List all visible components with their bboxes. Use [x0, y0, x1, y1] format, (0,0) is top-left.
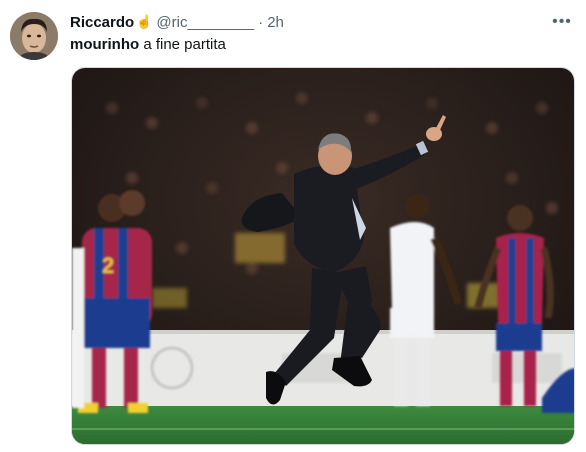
tweet-text-bold: mourinho — [70, 36, 140, 53]
tweet-text: mourinho a fine partita — [70, 36, 226, 53]
separator-dot: · — [258, 13, 264, 31]
hand-icon: ☝ — [136, 14, 153, 29]
avatar[interactable] — [10, 12, 58, 60]
tweet-text-rest: a fine partita — [139, 36, 226, 53]
display-name[interactable]: Riccardo — [70, 14, 134, 31]
timestamp[interactable]: 2h — [267, 14, 284, 31]
photo-celebration: 2 — [72, 68, 574, 444]
avatar-image — [10, 12, 58, 60]
handle[interactable]: @ric________ — [156, 14, 254, 31]
more-options-icon[interactable]: ••• — [550, 10, 574, 34]
tweet-header: Riccardo ☝ @ric________ · 2h — [70, 12, 284, 32]
more-options-glyph: ••• — [552, 13, 572, 30]
jersey-number: 2 — [102, 253, 114, 278]
tweet-media[interactable]: 2 — [71, 67, 575, 445]
tweet-card[interactable]: Riccardo ☝ @ric________ · 2h ••• mourinh… — [0, 0, 586, 452]
